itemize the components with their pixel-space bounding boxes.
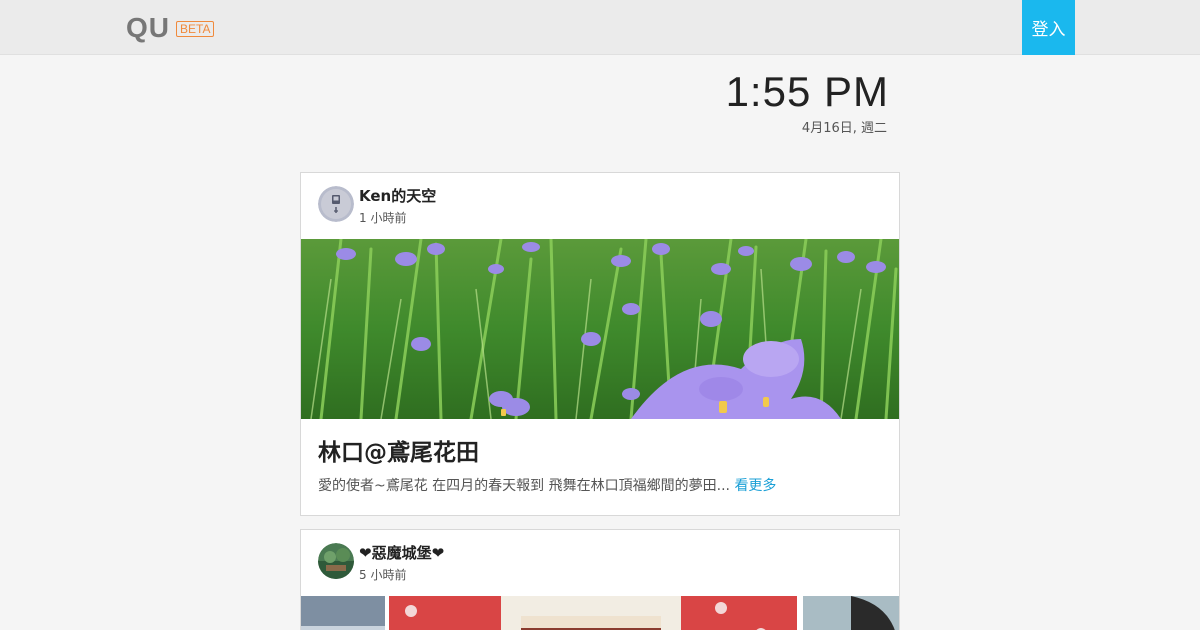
post-card: Ken的天空 1 小時前 林口@鳶尾花田 愛的使者~鳶尾花 在四月的春天報到 飛… bbox=[300, 172, 900, 516]
post-author[interactable]: ❤惡魔城堡❤ bbox=[359, 542, 444, 563]
post-header: ❤惡魔城堡❤ 5 小時前 bbox=[301, 530, 899, 596]
post-card: ❤惡魔城堡❤ 5 小時前 bbox=[300, 529, 900, 630]
post-excerpt: 愛的使者~鳶尾花 在四月的春天報到 飛舞在林口頂福鄉間的夢田... 看更多 bbox=[318, 475, 776, 495]
clock-date: 4月16日, 週二 bbox=[801, 121, 887, 136]
read-more-link[interactable]: 看更多 bbox=[734, 478, 776, 494]
post-header: Ken的天空 1 小時前 bbox=[301, 173, 899, 239]
logo-text: QU bbox=[126, 12, 170, 43]
post-author[interactable]: Ken的天空 bbox=[359, 185, 436, 206]
avatar[interactable] bbox=[318, 186, 354, 222]
clock-time: 1:55 PM bbox=[725, 68, 889, 115]
avatar[interactable] bbox=[318, 543, 354, 579]
post-image-gallery[interactable] bbox=[301, 596, 899, 630]
beta-badge: BETA bbox=[176, 21, 215, 37]
logo[interactable]: QU BETA bbox=[126, 12, 215, 44]
top-navbar: QU BETA 登入 bbox=[0, 0, 1200, 55]
post-time: 1 小時前 bbox=[359, 211, 407, 225]
post-image[interactable] bbox=[301, 239, 899, 419]
login-button[interactable]: 登入 bbox=[1022, 0, 1075, 55]
post-excerpt-text: 愛的使者~鳶尾花 在四月的春天報到 飛舞在林口頂福鄉間的夢田... bbox=[318, 478, 730, 494]
post-title[interactable]: 林口@鳶尾花田 bbox=[318, 433, 479, 467]
clock-widget: 1:55 PM 4月16日, 週二 bbox=[726, 68, 889, 136]
post-time: 5 小時前 bbox=[359, 568, 407, 582]
